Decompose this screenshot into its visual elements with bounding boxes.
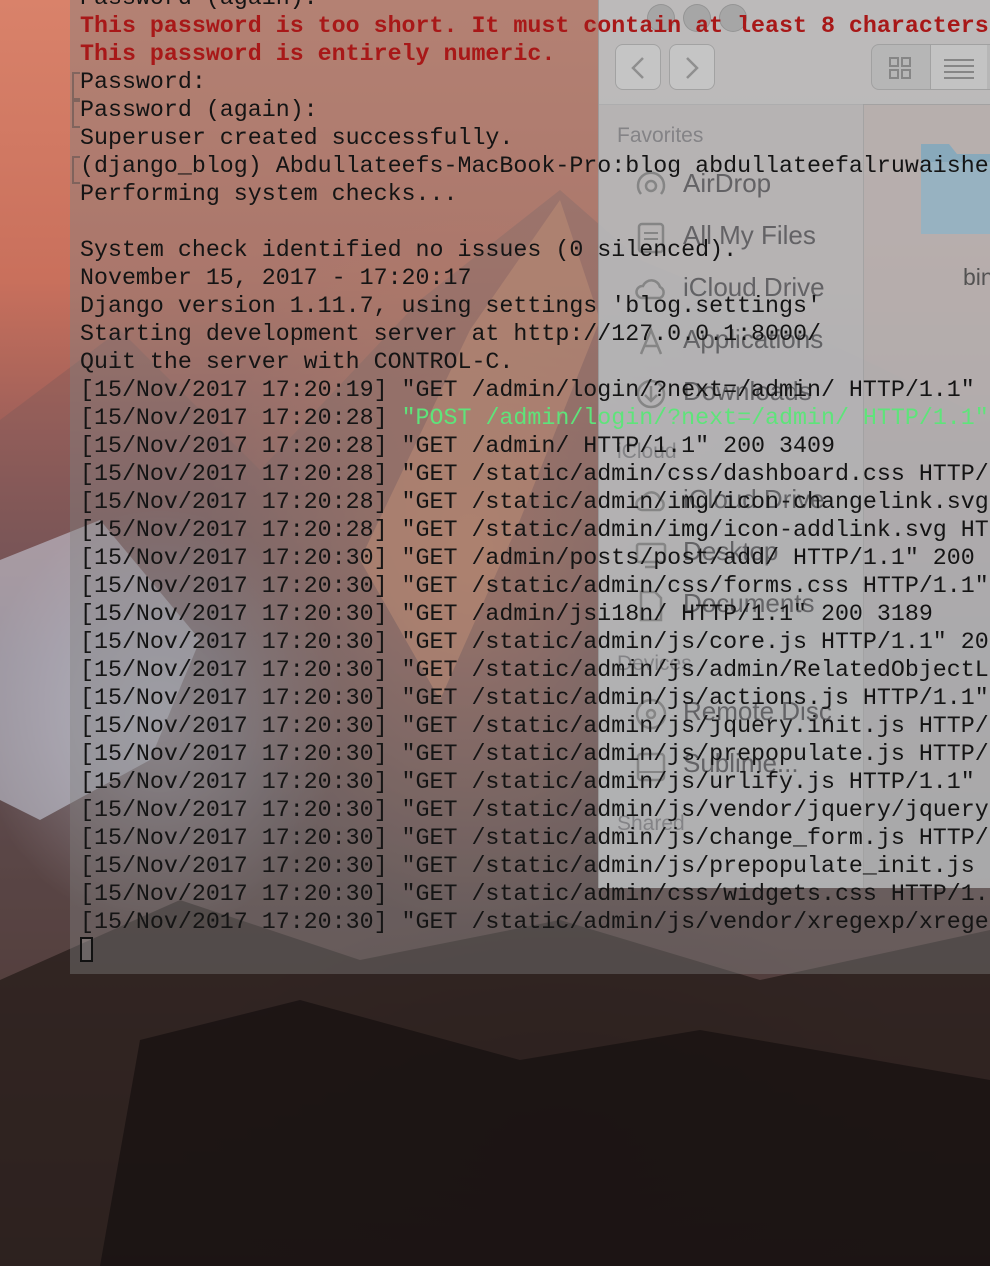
terminal-line-text: Starting development server at http://12… [80,321,821,347]
terminal-line-text: [15/Nov/2017 17:20:30] "GET /static/admi… [80,881,989,907]
terminal-line-text: Superuser created successfully. [80,125,514,151]
terminal-output[interactable]: Password (again): This password is too sh… [80,0,989,936]
terminal-line: [15/Nov/2017 17:20:28] "GET /static/admi… [80,516,989,544]
terminal-line-text: [15/Nov/2017 17:20:28] "GET /static/admi… [80,517,989,543]
terminal-line: Superuser created successfully. [80,124,989,152]
terminal-line-text: [15/Nov/2017 17:20:30] "GET /static/admi… [80,825,989,851]
terminal-line: [15/Nov/2017 17:20:30] "GET /static/admi… [80,628,989,656]
terminal-line: [15/Nov/2017 17:20:30] "GET /static/admi… [80,908,989,936]
terminal-line-text: Quit the server with CONTROL-C. [80,349,514,375]
terminal-line-text: [15/Nov/2017 17:20:28] [80,405,402,431]
terminal-line-text: This password is too short. It must cont… [80,13,989,39]
terminal-line: [15/Nov/2017 17:20:30] "GET /static/admi… [80,768,989,796]
terminal-line-text: Password (again): [80,97,318,123]
terminal-line: [15/Nov/2017 17:20:30] "GET /static/admi… [80,740,989,768]
terminal-line-text: Password (again): [80,0,318,11]
terminal-line-text: [15/Nov/2017 17:20:30] "GET /admin/jsi18… [80,601,933,627]
terminal-line-text: Password: [80,69,206,95]
terminal-cursor [80,937,93,962]
terminal-line: [15/Nov/2017 17:20:28] "GET /admin/ HTTP… [80,432,989,460]
terminal-line: [15/Nov/2017 17:20:28] "GET /static/admi… [80,488,989,516]
terminal-line-text: [15/Nov/2017 17:20:28] "GET /admin/ HTTP… [80,433,835,459]
terminal-line: Starting development server at http://12… [80,320,989,348]
terminal-post-request: "POST /admin/login/?next=/admin/ HTTP/1.… [401,405,989,431]
terminal-line: [15/Nov/2017 17:20:30] "GET /static/admi… [80,712,989,740]
terminal-line: [15/Nov/2017 17:20:30] "GET /static/admi… [80,880,989,908]
terminal-line-text: [15/Nov/2017 17:20:30] "GET /static/admi… [80,685,989,711]
terminal-line: This password is entirely numeric. [80,40,989,68]
terminal-line: ​ [80,208,989,236]
mark-tick [72,156,80,184]
terminal-line-text: [15/Nov/2017 17:20:19] "GET /admin/login… [80,377,975,403]
terminal-line-text: [15/Nov/2017 17:20:30] "GET /static/admi… [80,769,975,795]
terminal-line-text: [15/Nov/2017 17:20:30] "GET /admin/posts… [80,545,975,571]
mark-tick [72,100,80,128]
terminal-line-text: [15/Nov/2017 17:20:30] "GET /static/admi… [80,657,989,683]
terminal-line-text: [15/Nov/2017 17:20:28] "GET /static/admi… [80,489,989,515]
terminal-line: [15/Nov/2017 17:20:30] "GET /static/admi… [80,656,989,684]
terminal-window[interactable]: Password (again): This password is too sh… [70,0,990,974]
terminal-line: [15/Nov/2017 17:20:30] "GET /static/admi… [80,824,989,852]
terminal-line-text: Performing system checks... [80,181,458,207]
terminal-line: Password (again): [80,0,989,12]
terminal-line-text: November 15, 2017 - 17:20:17 [80,265,472,291]
terminal-line-text: [15/Nov/2017 17:20:30] "GET /static/admi… [80,853,975,879]
terminal-line-text: System check identified no issues (0 sil… [80,237,738,263]
terminal-line: [15/Nov/2017 17:20:30] "GET /static/admi… [80,852,989,880]
terminal-line-text: [15/Nov/2017 17:20:30] "GET /static/admi… [80,797,989,823]
terminal-line: (django_blog) Abdullateefs-MacBook-Pro:b… [80,152,989,180]
terminal-line: Performing system checks... [80,180,989,208]
terminal-line: [15/Nov/2017 17:20:19] "GET /admin/login… [80,376,989,404]
terminal-line: [15/Nov/2017 17:20:30] "GET /static/admi… [80,796,989,824]
terminal-line-text: [15/Nov/2017 17:20:30] "GET /static/admi… [80,713,989,739]
terminal-line-text: [15/Nov/2017 17:20:28] "GET /static/admi… [80,461,989,487]
terminal-line: [15/Nov/2017 17:20:30] "GET /static/admi… [80,572,989,600]
terminal-line: November 15, 2017 - 17:20:17 [80,264,989,292]
terminal-line: Password (again): [80,96,989,124]
terminal-line-text: (django_blog) Abdullateefs-MacBook-Pro:b… [80,153,989,179]
terminal-line: Password: [80,68,989,96]
terminal-line-text: [15/Nov/2017 17:20:30] "GET /static/admi… [80,741,989,767]
terminal-line: [15/Nov/2017 17:20:28] "GET /static/admi… [80,460,989,488]
mark-tick [72,72,80,100]
terminal-line-text: [15/Nov/2017 17:20:30] "GET /static/admi… [80,629,989,655]
terminal-line: Quit the server with CONTROL-C. [80,348,989,376]
terminal-line: [15/Nov/2017 17:20:30] "GET /static/admi… [80,684,989,712]
terminal-line-text: [15/Nov/2017 17:20:30] "GET /static/admi… [80,573,989,599]
terminal-line: [15/Nov/2017 17:20:30] "GET /admin/jsi18… [80,600,989,628]
terminal-line: [15/Nov/2017 17:20:30] "GET /admin/posts… [80,544,989,572]
terminal-line: System check identified no issues (0 sil… [80,236,989,264]
terminal-line: This password is too short. It must cont… [80,12,989,40]
terminal-line: Django version 1.11.7, using settings 'b… [80,292,989,320]
terminal-line: [15/Nov/2017 17:20:28] "POST /admin/logi… [80,404,989,432]
terminal-line-text: This password is entirely numeric. [80,41,556,67]
terminal-line-text: Django version 1.11.7, using settings 'b… [80,293,821,319]
terminal-line-text: [15/Nov/2017 17:20:30] "GET /static/admi… [80,909,989,935]
